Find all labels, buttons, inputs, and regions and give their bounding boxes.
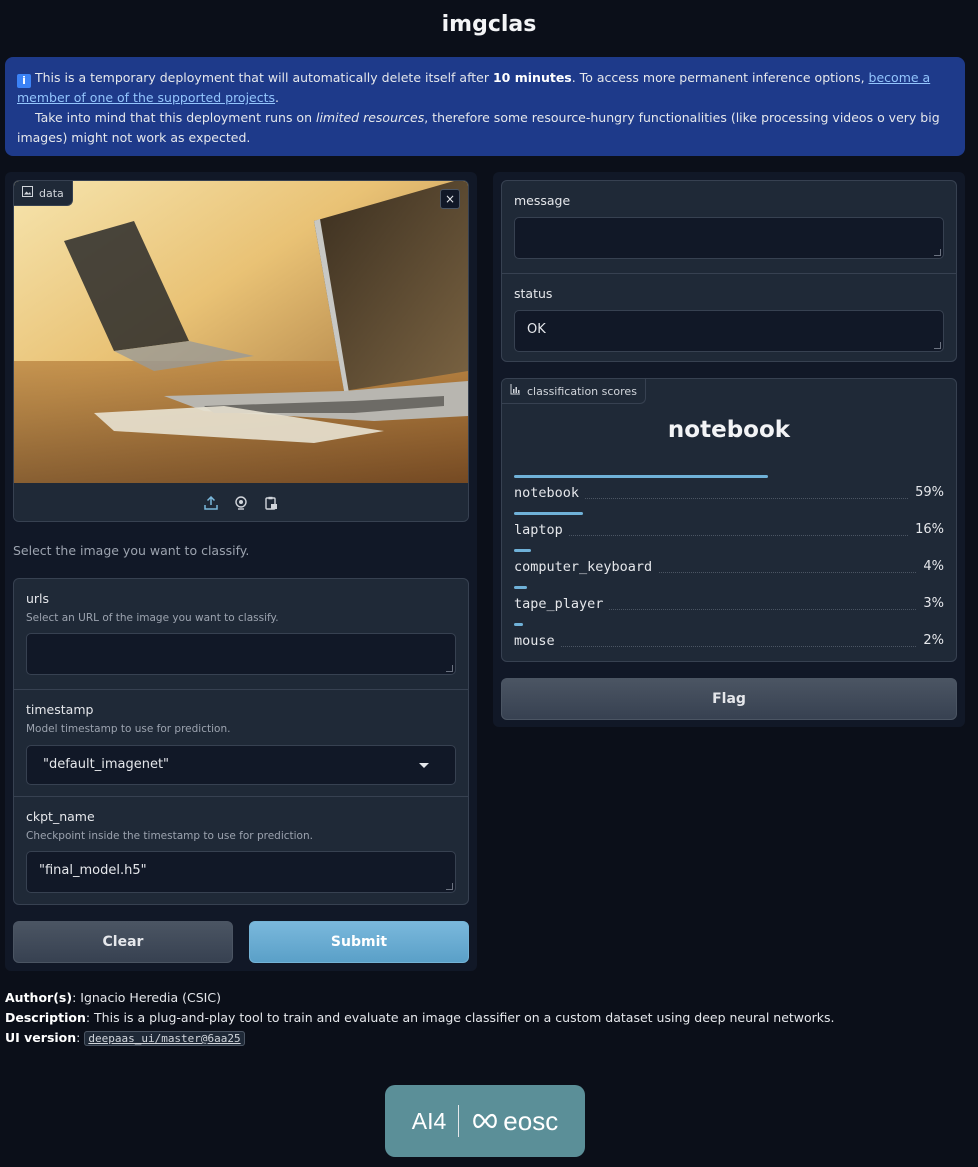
image-input-label: data <box>14 181 73 206</box>
chevron-down-icon <box>419 763 429 768</box>
urls-label: urls <box>26 591 50 606</box>
scores-label: classification scores <box>502 379 646 404</box>
image-source-toolbar <box>14 483 468 521</box>
score-bar <box>514 549 531 552</box>
urls-field: urls Select an URL of the image you want… <box>14 579 468 689</box>
urls-info: Select an URL of the image you want to c… <box>26 612 279 624</box>
score-bar <box>514 512 583 515</box>
image-input[interactable]: data × <box>13 180 469 522</box>
banner-duration: 10 minutes <box>492 70 572 85</box>
score-row-laptop: laptop 16% <box>514 512 944 549</box>
upload-icon[interactable] <box>203 495 219 511</box>
score-label: notebook <box>514 485 586 501</box>
urls-input[interactable] <box>26 633 456 675</box>
submit-button[interactable]: Submit <box>249 921 469 963</box>
author-name: : Ignacio Heredia (CSIC) <box>72 990 221 1005</box>
uploaded-photo <box>14 181 468 483</box>
output-panel: message status OK classification scores … <box>493 172 965 727</box>
score-bar <box>514 623 523 626</box>
score-row-notebook: notebook 59% <box>514 475 944 512</box>
info-icon: i <box>17 74 31 88</box>
score-bar <box>514 586 527 589</box>
message-label: message <box>514 193 571 208</box>
top-prediction: notebook <box>667 417 791 443</box>
status-field: status OK <box>502 273 956 361</box>
message-field: message <box>502 181 956 273</box>
ckpt-name-info: Checkpoint inside the timestamp to use f… <box>26 830 313 842</box>
message-output[interactable] <box>514 217 944 259</box>
timestamp-label: timestamp <box>26 702 94 717</box>
info-banner: i This is a temporary deployment that wi… <box>5 57 965 156</box>
clipboard-icon[interactable] <box>263 495 279 511</box>
parameters-form: urls Select an URL of the image you want… <box>13 578 469 905</box>
status-label: status <box>514 286 553 301</box>
image-icon <box>22 186 33 200</box>
webcam-icon[interactable] <box>233 495 249 511</box>
timestamp-dropdown[interactable]: "default_imagenet" <box>26 745 456 785</box>
score-row-computer_keyboard: computer_keyboard 4% <box>514 549 944 586</box>
score-row-tape_player: tape_player 3% <box>514 586 944 623</box>
clear-button[interactable]: Clear <box>13 921 233 963</box>
score-row-mouse: mouse 2% <box>514 623 944 660</box>
close-image-button[interactable]: × <box>440 189 460 209</box>
footer-info: Author(s): Ignacio Heredia (CSIC) Descri… <box>5 990 835 1046</box>
ckpt-name-label: ckpt_name <box>26 809 95 824</box>
score-value: 2% <box>917 633 944 648</box>
score-label: tape_player <box>514 596 610 612</box>
bar-chart-icon <box>510 384 521 398</box>
score-bar <box>514 475 768 478</box>
app-title: imgclas <box>441 12 537 37</box>
score-label: mouse <box>514 633 561 649</box>
ui-version-link[interactable]: deepaas_ui/master@6aa25 <box>84 1031 245 1046</box>
timestamp-value: "default_imagenet" <box>43 757 170 772</box>
score-value: 3% <box>917 596 944 611</box>
logo-ai4-text: AI4 <box>411 1107 447 1134</box>
score-value: 16% <box>909 522 944 537</box>
classification-scores: classification scores notebook notebook 5… <box>501 378 957 662</box>
logo-eosc-text: eosc <box>503 1105 559 1136</box>
app-description: : This is a plug-and-play tool to train … <box>85 1010 835 1025</box>
status-output[interactable]: OK <box>514 310 944 352</box>
flag-button[interactable]: Flag <box>501 678 957 720</box>
input-panel: data × Select the image you want to clas… <box>5 172 477 971</box>
ai4eosc-logo: AI4 eosc <box>385 1085 585 1157</box>
score-label: laptop <box>514 522 569 538</box>
ckpt-name-field: ckpt_name Checkpoint inside the timestam… <box>14 796 468 904</box>
score-label: computer_keyboard <box>514 559 659 575</box>
eosc-infinity-icon <box>473 1113 498 1129</box>
score-value: 4% <box>917 559 944 574</box>
score-value: 59% <box>909 485 944 500</box>
timestamp-info: Model timestamp to use for prediction. <box>26 723 231 735</box>
timestamp-field: timestamp Model timestamp to use for pre… <box>14 689 468 796</box>
image-hint: Select the image you want to classify. <box>13 543 250 558</box>
ckpt-name-input[interactable]: "final_model.h5" <box>26 851 456 893</box>
text-outputs: message status OK <box>501 180 957 362</box>
